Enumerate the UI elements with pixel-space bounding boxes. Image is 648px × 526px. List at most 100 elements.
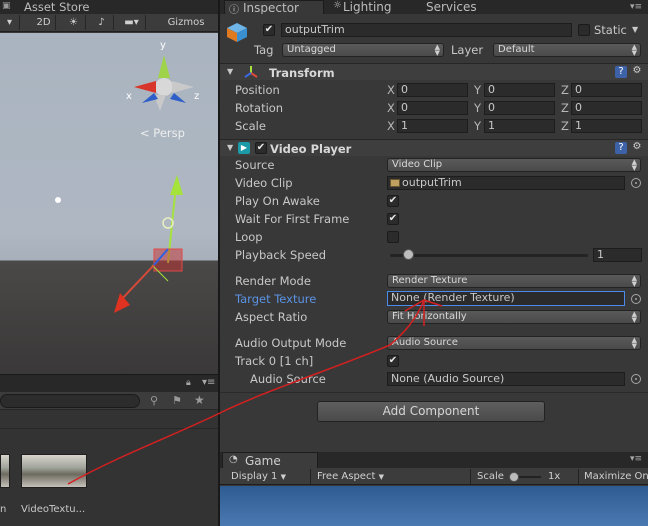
project-search-input[interactable] [0, 394, 140, 408]
tag-dropdown[interactable]: Untagged ▲ ▼ [282, 43, 444, 57]
gear-icon[interactable]: ⚙ [631, 65, 643, 77]
inspector-menu-icon[interactable]: ▾≡ [630, 2, 642, 12]
position-z-field[interactable]: 0 [571, 83, 642, 97]
axis-x-label: x [126, 91, 132, 102]
persp-label[interactable]: < Persp [140, 126, 185, 140]
source-dropdown[interactable]: Video Clip ▲ ▼ [387, 158, 641, 172]
scale-label-game: Scale [477, 471, 504, 482]
help-icon[interactable]: ? [615, 66, 627, 78]
display-value: Display 1 [231, 471, 278, 482]
tab-asset-store[interactable]: Asset Store [24, 0, 90, 14]
position-y-field[interactable]: 0 [484, 83, 555, 97]
layer-value: Default [498, 44, 535, 55]
scale-z-field[interactable]: 1 [571, 119, 642, 133]
tab-inspector[interactable]: ⓘ Inspector [224, 0, 324, 16]
label-tag-icon[interactable]: ⚑ [172, 394, 182, 407]
audio-output-mode-value: Audio Source [392, 337, 458, 348]
video-player-enabled-checkbox[interactable]: ✔ [255, 142, 267, 154]
transform-icon [244, 66, 258, 78]
video-clip-field[interactable]: outputTrim [387, 176, 625, 190]
sun-icon[interactable]: ☀ [62, 15, 86, 30]
video-player-header[interactable]: ▼ ▶ ✔ Video Player ? ⚙ [220, 139, 648, 156]
audio-source-label: Audio Source [250, 372, 326, 386]
shading-dropdown[interactable]: ▾ [0, 15, 20, 30]
help-icon[interactable]: ? [615, 142, 627, 154]
game-view[interactable] [220, 486, 648, 526]
gear-icon[interactable]: ⚙ [631, 141, 643, 153]
tag-label: Tag [254, 43, 274, 57]
mode-2d-toggle[interactable]: 2D [32, 15, 56, 30]
video-player-title: Video Player [270, 142, 352, 156]
track-enabled-checkbox[interactable]: ✔ [387, 355, 399, 367]
project-header: 🔒︎ ▾≡ [0, 374, 218, 392]
gizmo-center[interactable] [155, 78, 173, 96]
rotation-y-field[interactable]: 0 [484, 101, 555, 115]
scene-toolbar: ▾ 2D ☀ ♪ ▬▾ Gizmos [0, 14, 218, 32]
foldout-arrow-icon[interactable]: ▼ [227, 143, 233, 152]
orientation-gizmo[interactable]: y x z [120, 33, 210, 133]
audio-icon[interactable]: ♪ [90, 15, 114, 30]
asset-thumbnail-1[interactable] [0, 454, 10, 488]
render-mode-value: Render Texture [392, 275, 468, 286]
favorite-star-icon[interactable]: ★ [194, 393, 205, 407]
audio-output-mode-dropdown[interactable]: Audio Source ▲ ▼ [387, 336, 641, 350]
position-label: Position [235, 83, 280, 97]
gizmos-label: Gizmos [167, 17, 205, 28]
aspect-ratio-dropdown[interactable]: Fit Horizontally ▲ ▼ [387, 310, 641, 324]
position-x-field[interactable]: 0 [397, 83, 468, 97]
scale-x-field[interactable]: 1 [397, 119, 468, 133]
static-dropdown-icon[interactable]: ▼ [632, 25, 638, 34]
object-picker-icon[interactable] [631, 294, 641, 304]
object-picker-icon[interactable] [631, 178, 641, 188]
move-gizmo[interactable] [50, 153, 218, 373]
gizmo-x-axis[interactable] [134, 81, 156, 93]
gizmo-z-axis[interactable] [142, 93, 158, 103]
play-on-awake-checkbox[interactable]: ✔ [387, 195, 399, 207]
tab-game[interactable]: ◔ Game [222, 452, 318, 468]
lock-icon[interactable]: 🔒︎ [186, 378, 191, 388]
target-texture-field[interactable]: None (Render Texture) [387, 291, 625, 306]
static-checkbox[interactable] [578, 24, 590, 36]
active-checkbox[interactable]: ✔ [263, 24, 275, 36]
y-label: Y [474, 83, 482, 97]
render-mode-dropdown[interactable]: Render Texture ▲ ▼ [387, 274, 641, 288]
foldout-arrow-icon[interactable]: ▼ [227, 67, 233, 76]
lightbulb-icon: ☼ [333, 0, 342, 11]
scale-y-field[interactable]: 1 [484, 119, 555, 133]
asset-store-icon: ▣ [2, 1, 11, 11]
gizmos-dropdown[interactable]: Gizmos [160, 15, 212, 30]
move-y-handle[interactable] [170, 175, 183, 195]
rotation-z-field[interactable]: 0 [571, 101, 642, 115]
tab-services[interactable]: Services [424, 0, 494, 14]
playback-speed-slider-track[interactable] [390, 254, 588, 257]
panel-menu-icon[interactable]: ▾≡ [202, 377, 215, 388]
effects-icon[interactable]: ▬▾ [118, 15, 146, 30]
panel-menu-icon[interactable]: ▾≡ [630, 454, 642, 464]
axis-z-label: z [194, 91, 199, 102]
source-value: Video Clip [392, 159, 443, 170]
static-label: Static [594, 23, 627, 37]
add-component-button[interactable]: Add Component [317, 401, 545, 422]
layer-dropdown[interactable]: Default ▲ ▼ [493, 43, 641, 57]
loop-checkbox[interactable] [387, 231, 399, 243]
asset-thumbnail-video-texture[interactable] [21, 454, 87, 488]
scale-slider-thumb[interactable] [509, 472, 519, 482]
object-picker-icon[interactable] [631, 374, 641, 384]
audio-output-mode-label: Audio Output Mode [235, 336, 347, 350]
playback-speed-field[interactable]: 1 [593, 248, 642, 262]
gizmo-y-axis[interactable] [158, 55, 170, 78]
display-dropdown[interactable]: Display 1 ▼ [231, 470, 286, 483]
move-x-handle[interactable] [114, 293, 130, 313]
aspect-dropdown[interactable]: Free Aspect ▼ [317, 470, 384, 483]
source-label: Source [235, 158, 275, 172]
scene-view[interactable]: y x z < Persp [0, 33, 218, 373]
maximize-on-play-toggle[interactable]: Maximize On [584, 470, 648, 483]
transform-header[interactable]: ▼ Transform ? ⚙ [220, 63, 648, 80]
playback-speed-slider-thumb[interactable] [403, 249, 414, 260]
wait-first-frame-checkbox[interactable]: ✔ [387, 213, 399, 225]
audio-source-field[interactable]: None (Audio Source) [387, 372, 625, 386]
rotation-x-field[interactable]: 0 [397, 101, 468, 115]
object-name-field[interactable]: outputTrim [281, 23, 572, 37]
tab-lighting[interactable]: ☼ Lighting [331, 0, 417, 14]
filter-type-icon[interactable]: ⚲ [150, 394, 158, 407]
